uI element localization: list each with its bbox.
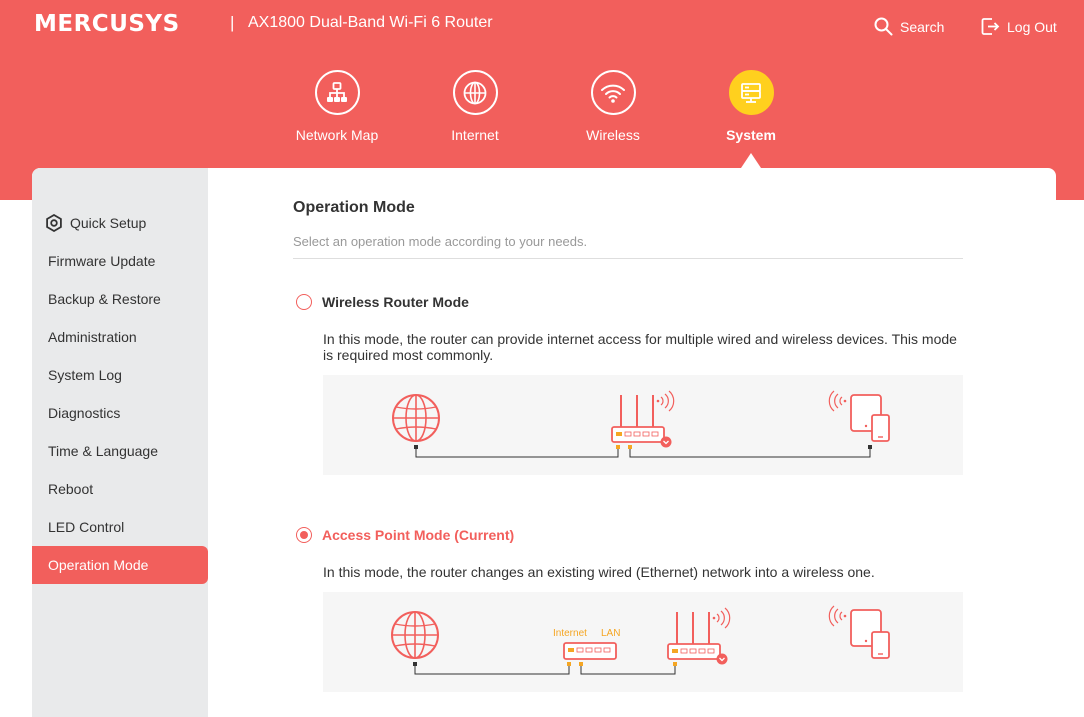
sidebar-item-label: LED Control xyxy=(48,519,125,535)
logout-icon xyxy=(981,18,1000,35)
search-icon xyxy=(874,17,893,36)
access-point-mode-radio[interactable] xyxy=(296,527,312,543)
sidebar-item-system-log[interactable]: System Log xyxy=(32,356,208,394)
sidebar-item-label: Administration xyxy=(48,329,137,345)
router-model: AX1800 Dual-Band Wi-Fi 6 Router xyxy=(248,14,493,31)
wireless-router-mode-description: In this mode, the router can provide int… xyxy=(323,331,957,363)
access-point-mode-description: In this mode, the router changes an exis… xyxy=(323,564,875,580)
page-title: Operation Mode xyxy=(293,199,415,216)
sidebar-item-backup-restore[interactable]: Backup & Restore xyxy=(32,280,208,318)
sidebar-item-label: Reboot xyxy=(48,481,94,497)
search-label: Search xyxy=(900,18,945,35)
sidebar-item-label: Backup & Restore xyxy=(48,291,161,307)
search-button[interactable]: Search xyxy=(874,17,944,36)
radio-selected-dot xyxy=(300,531,308,539)
tab-network-map[interactable]: Network Map xyxy=(277,70,397,143)
router-icon xyxy=(667,607,731,665)
globe-icon xyxy=(452,70,498,115)
tab-wireless[interactable]: Wireless xyxy=(553,70,673,143)
globe-icon xyxy=(392,394,440,442)
devices-icon xyxy=(828,390,890,442)
tab-wireless-label: Wireless xyxy=(586,127,640,143)
wireless-router-mode-label: Wireless Router Mode xyxy=(322,294,469,310)
lan-port-label: LAN xyxy=(601,628,620,639)
brand-logo: MERCUSYS xyxy=(34,11,180,37)
sidebar-item-firmware-update[interactable]: Firmware Update xyxy=(32,242,208,280)
sidebar-item-administration[interactable]: Administration xyxy=(32,318,208,356)
access-point-mode-diagram: Internet LAN xyxy=(323,592,963,692)
active-tab-pointer xyxy=(741,153,761,168)
wireless-router-mode-radio[interactable] xyxy=(296,294,312,310)
main-panel: Quick Setup Firmware Update Backup & Res… xyxy=(32,168,1056,717)
tab-internet-label: Internet xyxy=(451,127,499,143)
system-icon xyxy=(728,70,774,115)
globe-icon xyxy=(391,611,439,659)
divider xyxy=(293,258,963,259)
sidebar-item-label: Quick Setup xyxy=(70,215,147,231)
sidebar-item-reboot[interactable]: Reboot xyxy=(32,470,208,508)
gear-icon xyxy=(46,214,62,232)
access-point-mode-label: Access Point Mode (Current) xyxy=(322,527,515,543)
sidebar-item-quick-setup[interactable]: Quick Setup xyxy=(32,204,208,242)
sidebar-item-label: Time & Language xyxy=(48,443,158,459)
internet-port-label: Internet xyxy=(553,628,587,639)
access-point-mode-option[interactable]: Access Point Mode (Current) xyxy=(296,527,514,543)
wifi-icon xyxy=(590,70,636,115)
tab-system-label: System xyxy=(726,127,776,143)
modem-icon xyxy=(563,642,617,660)
header-separator: | xyxy=(230,13,235,32)
tab-system[interactable]: System xyxy=(691,70,811,143)
sidebar-item-led-control[interactable]: LED Control xyxy=(32,508,208,546)
sidebar-item-operation-mode[interactable]: Operation Mode xyxy=(32,546,208,584)
sidebar-item-label: System Log xyxy=(48,367,122,383)
router-icon xyxy=(611,390,675,448)
logout-button[interactable]: Log Out xyxy=(981,17,1057,36)
sidebar-item-label: Firmware Update xyxy=(48,253,156,269)
page-subtitle: Select an operation mode according to yo… xyxy=(293,234,588,249)
router-mode-diagram xyxy=(323,375,963,475)
network-map-icon xyxy=(314,70,360,115)
devices-icon xyxy=(828,605,890,659)
sidebar-item-label: Diagnostics xyxy=(48,405,121,421)
logout-label: Log Out xyxy=(1007,18,1057,35)
sidebar-item-time-language[interactable]: Time & Language xyxy=(32,432,208,470)
wireless-router-mode-option[interactable]: Wireless Router Mode xyxy=(296,294,469,310)
sidebar-item-label: Operation Mode xyxy=(48,557,149,573)
sidebar-item-diagnostics[interactable]: Diagnostics xyxy=(32,394,208,432)
sidebar: Quick Setup Firmware Update Backup & Res… xyxy=(32,168,208,717)
tab-network-map-label: Network Map xyxy=(295,127,379,143)
tab-internet[interactable]: Internet xyxy=(415,70,535,143)
